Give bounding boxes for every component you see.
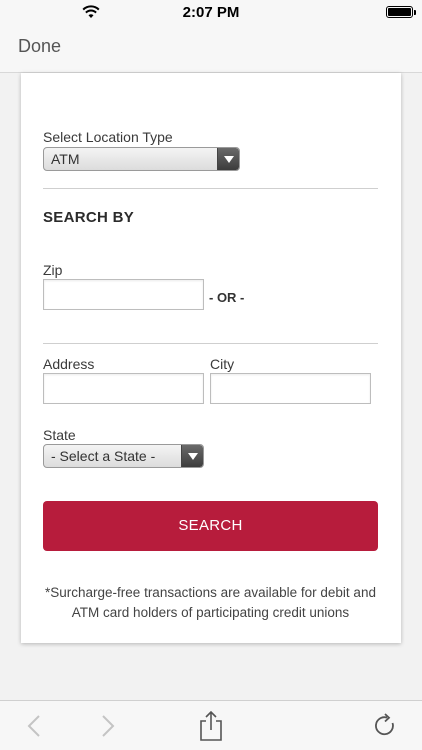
divider — [43, 188, 378, 189]
chevron-down-icon — [217, 148, 239, 170]
search-by-heading: SEARCH BY — [43, 209, 135, 226]
address-input[interactable] — [43, 373, 204, 404]
surcharge-footnote: *Surcharge-free transactions are availab… — [45, 585, 376, 620]
forward-icon[interactable] — [94, 713, 120, 739]
zip-input[interactable] — [43, 279, 204, 310]
nav-bar: Done — [0, 24, 422, 73]
state-select[interactable]: - Select a State - — [43, 444, 204, 468]
location-type-value: ATM — [51, 151, 80, 167]
share-icon[interactable] — [198, 710, 224, 742]
or-text: - OR - — [209, 290, 245, 305]
location-type-label: Select Location Type — [43, 129, 173, 145]
address-label: Address — [43, 356, 95, 372]
city-input[interactable] — [210, 373, 371, 404]
browser-toolbar — [0, 700, 422, 750]
status-time: 2:07 PM — [182, 4, 240, 21]
city-label: City — [210, 356, 235, 372]
zip-label: Zip — [43, 262, 63, 278]
state-value: - Select a State - — [51, 448, 156, 464]
back-icon[interactable] — [22, 713, 48, 739]
divider — [43, 343, 378, 344]
locator-form-card: Select Location Type ATM SEARCH BY Zip -… — [21, 73, 401, 643]
battery-icon — [386, 6, 416, 18]
done-button[interactable]: Done — [18, 36, 61, 57]
reload-icon[interactable] — [372, 713, 398, 739]
state-label: State — [43, 427, 76, 443]
status-bar: 2:07 PM — [0, 0, 422, 24]
location-type-select[interactable]: ATM — [43, 147, 240, 171]
search-button[interactable]: SEARCH — [43, 501, 378, 551]
chevron-down-icon — [181, 445, 203, 467]
